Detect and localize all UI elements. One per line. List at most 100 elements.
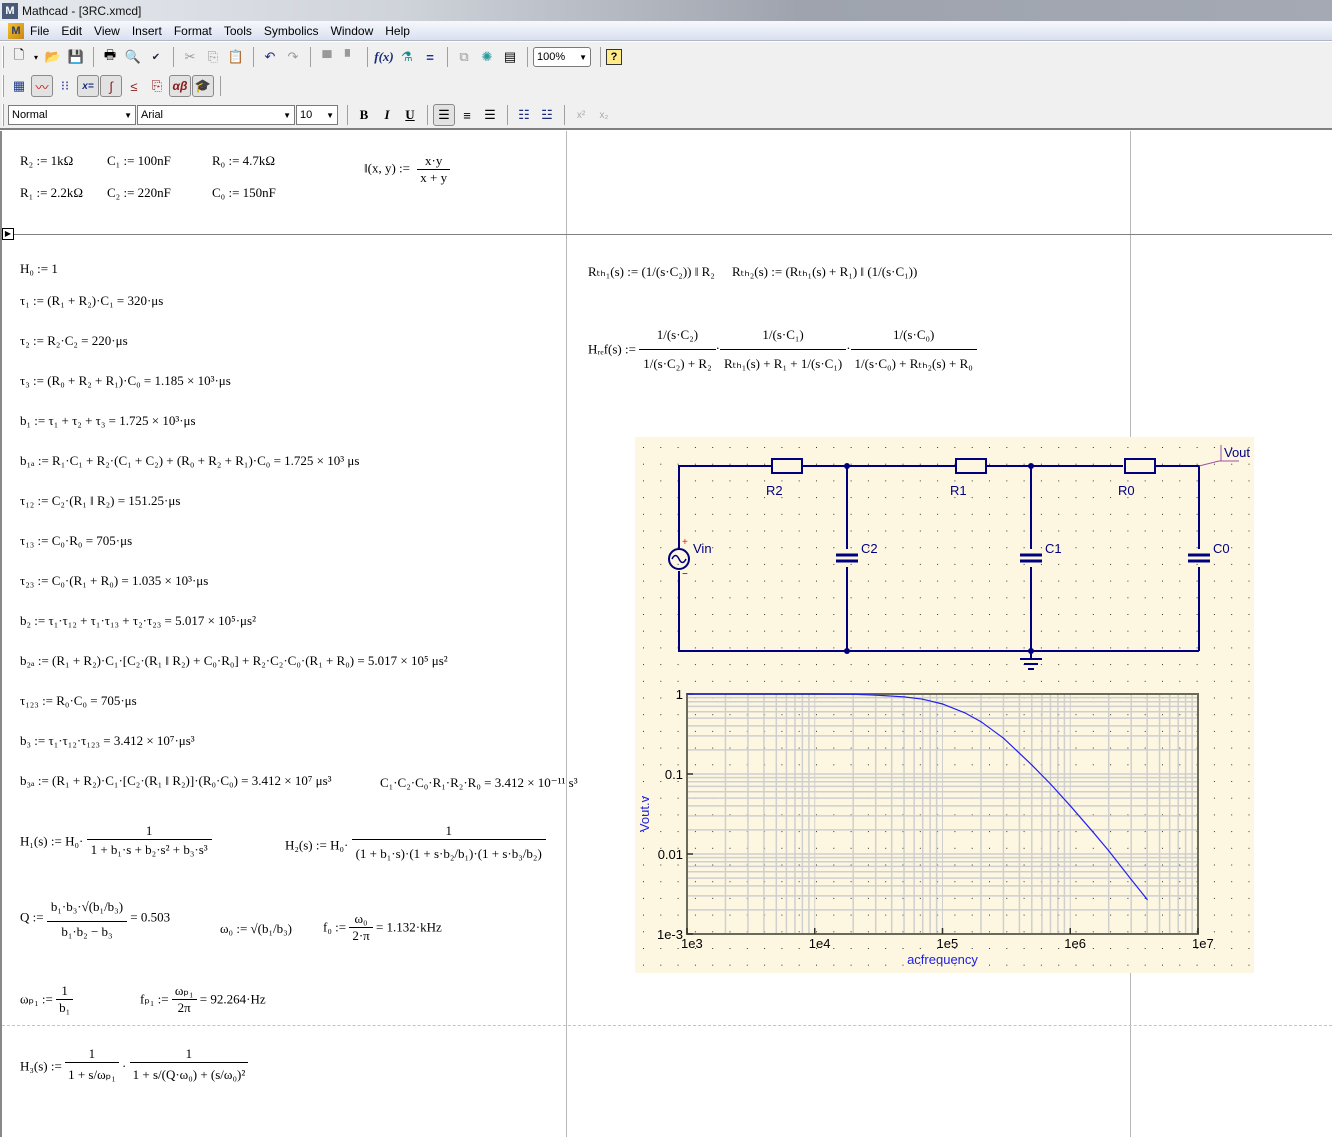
bullet-list-icon[interactable]: ☷ <box>513 104 535 126</box>
rth2-definition[interactable]: Rₜₕ₂(s) := (Rₜₕ₁(s) + R₁) ‖ (1/(s·C₁)) <box>732 264 917 280</box>
equation-8[interactable]: τ₂₃ := C₀·(R₁ + R₀) = 1.035 × 10³·μs <box>20 573 208 589</box>
subscript-button[interactable]: x₂ <box>593 104 615 126</box>
new-document-icon[interactable]: 🗋 <box>8 46 30 68</box>
font-dropdown[interactable]: Arial ▼ <box>137 105 295 125</box>
equation-4[interactable]: b₁ := τ₁ + τ₂ + τ₃ = 1.725 × 10³·μs <box>20 413 196 429</box>
w0-definition[interactable]: ω₀ := √(b₁/b₃) <box>220 921 292 937</box>
insert-table-icon[interactable]: ▤ <box>499 46 521 68</box>
capacitor-c2-icon[interactable] <box>836 553 858 563</box>
paste-icon[interactable]: 📋 <box>225 46 247 68</box>
align-across-icon[interactable]: ▀ <box>316 46 338 68</box>
h1-definition[interactable]: H₁(s) := H₀· 1 1 + b₁·s + b₂·s² + b₃·s³ <box>20 823 212 860</box>
bold-button[interactable]: B <box>353 104 375 126</box>
calculator-icon[interactable]: ▦ <box>8 75 30 97</box>
equation-5[interactable]: b₁ₐ := R₁·C₁ + R₂·(C₁ + C₂) + (R₀ + R₂ +… <box>20 453 359 469</box>
menu-window[interactable]: Window <box>331 24 374 38</box>
def-c2[interactable]: C₂ := 220nF <box>107 185 171 201</box>
h1-lhs: H₁(s) := H₀· <box>20 833 84 849</box>
capacitor-c1-icon[interactable] <box>1020 553 1042 563</box>
matrix-icon[interactable]: ⁝⁝ <box>54 75 76 97</box>
def-r2[interactable]: R₂ := 1kΩ <box>20 153 73 169</box>
menu-format[interactable]: Format <box>174 24 212 38</box>
href-definition[interactable]: Hᵣₑf(s) := 1/(s·C₂) 1/(s·C₂) + R₂ · 1/(s… <box>588 321 977 378</box>
save-icon[interactable]: 💾 <box>65 46 87 68</box>
menu-edit[interactable]: Edit <box>61 24 82 38</box>
size-dropdown[interactable]: 10 ▼ <box>296 105 338 125</box>
graph-icon[interactable]: 〰 <box>31 75 53 97</box>
h2-definition[interactable]: H₂(s) := H₀· 1 (1 + b₁·s)·(1 + s·b₂/b₁)·… <box>285 823 546 868</box>
style-dropdown[interactable]: Normal ▼ <box>8 105 136 125</box>
def-r1[interactable]: R₁ := 2.2kΩ <box>20 185 83 201</box>
equation-6[interactable]: τ₁₂ := C₂·(R₁ ‖ R₂) = 151.25·μs <box>20 493 180 509</box>
toolbar-grip[interactable] <box>2 46 4 68</box>
cut-icon[interactable]: ✂ <box>179 46 201 68</box>
equation-7[interactable]: τ₁₃ := C₀·R₀ = 705·μs <box>20 533 132 549</box>
new-dropdown-icon[interactable]: ▾ <box>31 46 41 68</box>
fp1-definition[interactable]: fₚ₁ := ωₚ₁ 2π = 92.264·Hz <box>140 983 266 1016</box>
resistor-r2-icon[interactable] <box>771 458 803 474</box>
insert-function-icon[interactable]: f(x) <box>373 46 395 68</box>
menu-help[interactable]: Help <box>385 24 410 38</box>
h3-definition[interactable]: H₃(s) := 1 1 + s/ωₚ₁ · 1 1 + s/(Q·ω₀) + … <box>20 1046 249 1087</box>
menu-insert[interactable]: Insert <box>132 24 162 38</box>
rth1-definition[interactable]: Rₜₕ₁(s) := (1/(s·C₂)) ‖ R₂ <box>588 264 715 280</box>
help-icon[interactable]: ? <box>606 49 622 65</box>
document-menu-icon[interactable]: M <box>8 22 24 39</box>
zoom-dropdown[interactable]: 100% ▼ <box>533 47 591 67</box>
def-c1[interactable]: C₁ := 100nF <box>107 153 171 169</box>
align-right-icon[interactable]: ☰ <box>479 104 501 126</box>
equation-12[interactable]: b₃ := τ₁·τ₁₂·τ₁₂₃ = 3.412 × 10⁷·μs³ <box>20 733 195 749</box>
equation-10[interactable]: b₂ₐ := (R₁ + R₂)·C₁·[C₂·(R₁ ‖ R₂) + C₀·R… <box>20 653 448 669</box>
insert-unit-icon[interactable]: ⚗ <box>396 46 418 68</box>
parallel-function[interactable]: ‖(x, y) := x·y x + y <box>364 153 451 186</box>
bode-plot[interactable]: 1e3 1e4 1e5 1e6 1e7 1 0.1 0.01 1e-3 acfrequency Vo… <box>637 687 1214 967</box>
toolbar-grip[interactable] <box>2 104 4 126</box>
spell-check-icon[interactable]: ✔ <box>145 46 167 68</box>
resistor-r1-icon[interactable] <box>955 458 987 474</box>
menu-symbolics[interactable]: Symbolics <box>264 24 319 38</box>
equation-1[interactable]: τ₁ := (R₁ + R₂)·C₁ = 320·μs <box>20 293 163 309</box>
menu-view[interactable]: View <box>94 24 120 38</box>
open-folder-icon[interactable]: 📂 <box>42 46 64 68</box>
q-definition[interactable]: Q := b₁·b₃·√(b₁/b₃) b₁·b₂ − b₃ = 0.503 <box>20 893 170 942</box>
numbered-list-icon[interactable]: ☳ <box>536 104 558 126</box>
def-r0[interactable]: R₀ := 4.7kΩ <box>212 153 275 169</box>
align-center-icon[interactable]: ≡ <box>456 104 478 126</box>
programming-icon[interactable]: ⎘ <box>146 75 168 97</box>
equation-9[interactable]: b₂ := τ₁·τ₁₂ + τ₁·τ₁₃ + τ₂·τ₂₃ = 5.017 ×… <box>20 613 256 629</box>
copy-icon[interactable]: ⎘ <box>202 46 224 68</box>
evaluation-icon[interactable]: x= <box>77 75 99 97</box>
equation-0[interactable]: H₀ := 1 <box>20 261 58 277</box>
toolbar-grip[interactable] <box>2 75 4 97</box>
equation-11[interactable]: τ₁₂₃ := R₀·C₀ = 705·μs <box>20 693 137 709</box>
equation-13[interactable]: b₃ₐ := (R₁ + R₂)·C₁·[C₂·(R₁ ‖ R₂)]·(R₀·C… <box>20 773 332 789</box>
boolean-icon[interactable]: ≤ <box>123 75 145 97</box>
area-collapse-icon[interactable]: ▶ <box>2 228 14 240</box>
qucs-component[interactable]: + − R2 R1 R0 C2 C1 C0 Vin Vout 1e3 1e4 1e5… <box>635 437 1254 973</box>
f0-definition[interactable]: f₀ := ω₀ 2·π = 1.132·kHz <box>323 911 442 944</box>
resource-center-icon[interactable]: ✺ <box>476 46 498 68</box>
align-down-icon[interactable]: ▘ <box>339 46 361 68</box>
print-icon[interactable]: 🖶 <box>99 46 121 68</box>
product-check[interactable]: C₁·C₂·C₀·R₁·R₂·R₀ = 3.412 × 10⁻¹¹ s³ <box>380 775 578 791</box>
align-left-icon[interactable]: ☰ <box>433 104 455 126</box>
def-c0[interactable]: C₀ := 150nF <box>212 185 276 201</box>
menu-file[interactable]: File <box>30 24 49 38</box>
italic-button[interactable]: I <box>376 104 398 126</box>
equation-2[interactable]: τ₂ := R₂·C₂ = 220·μs <box>20 333 128 349</box>
equation-3[interactable]: τ₃ := (R₀ + R₂ + R₁)·C₀ = 1.185 × 10³·μs <box>20 373 231 389</box>
menu-tools[interactable]: Tools <box>224 24 252 38</box>
undo-icon[interactable]: ↶ <box>259 46 281 68</box>
redo-icon[interactable]: ↷ <box>282 46 304 68</box>
calculus-icon[interactable]: ∫ <box>100 75 122 97</box>
greek-icon[interactable]: αβ <box>169 75 191 97</box>
resistor-r0-icon[interactable] <box>1124 458 1156 474</box>
superscript-button[interactable]: x² <box>570 104 592 126</box>
underline-button[interactable]: U <box>399 104 421 126</box>
symbolic-icon[interactable]: 🎓 <box>192 75 214 97</box>
print-preview-icon[interactable]: 🔍 <box>122 46 144 68</box>
component-icon[interactable]: ⧉ <box>453 46 475 68</box>
capacitor-c0-icon[interactable] <box>1188 553 1210 563</box>
calculate-icon[interactable]: = <box>419 46 441 68</box>
wp1-definition[interactable]: ωₚ₁ := 1 b₁ <box>20 983 74 1016</box>
